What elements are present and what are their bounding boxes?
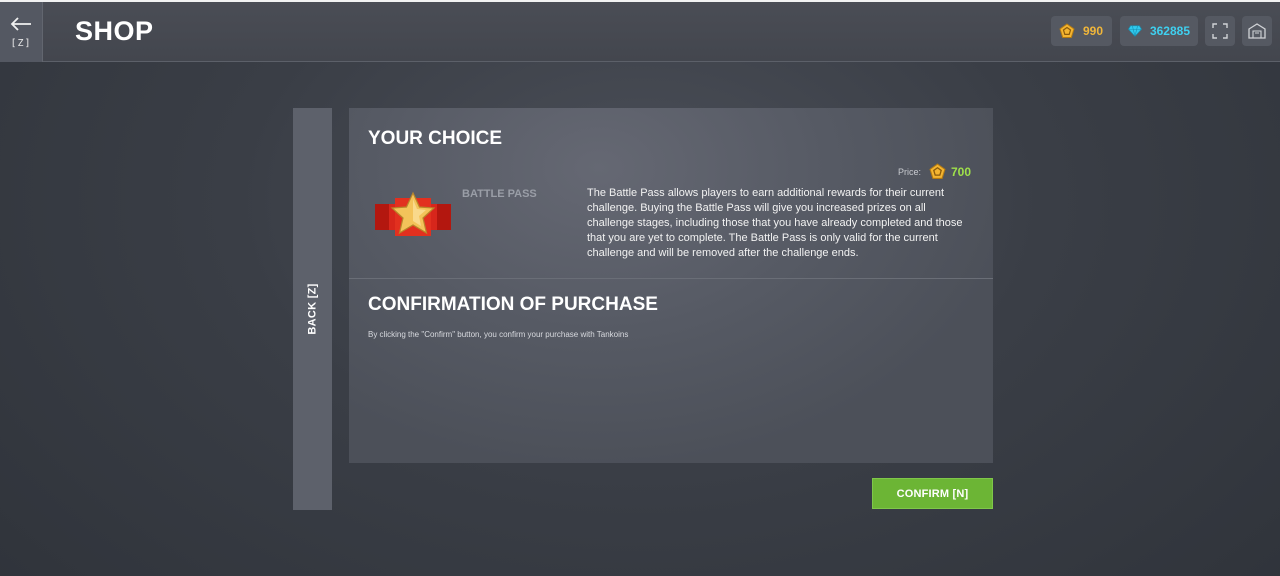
confirmation-title: CONFIRMATION OF PURCHASE <box>368 294 658 315</box>
left-arrow-icon <box>10 16 31 31</box>
pentagon-coin-icon <box>929 163 946 179</box>
purchase-panel: YOUR CHOICE Price: 700 BATTLE PASS The B… <box>349 108 993 463</box>
garage-icon <box>1248 23 1266 39</box>
top-bar: [Z] SHOP 990 362885 <box>0 2 1280 62</box>
side-back-label: BACK [Z] <box>306 283 319 335</box>
side-back-button[interactable]: BACK [Z] <box>293 108 332 510</box>
back-button[interactable]: [Z] <box>0 2 43 62</box>
confirm-button[interactable]: CONFIRM [N] <box>872 478 993 509</box>
page-title: SHOP <box>75 16 154 46</box>
crystals-counter[interactable]: 990 <box>1051 16 1112 46</box>
garage-button[interactable] <box>1242 16 1272 46</box>
fullscreen-icon <box>1212 23 1228 39</box>
fullscreen-button[interactable] <box>1205 16 1235 46</box>
confirmation-text: By clicking the "Confirm" button, you co… <box>368 330 629 339</box>
item-description: The Battle Pass allows players to earn a… <box>587 187 963 259</box>
crystals-amount: 990 <box>1083 24 1104 38</box>
price-label: Price: <box>897 166 921 177</box>
price-value: 700 <box>950 164 971 179</box>
tankoins-amount: 362885 <box>1149 24 1190 38</box>
pentagon-coin-icon <box>1059 23 1075 38</box>
price-display: Price: 700 <box>898 163 971 180</box>
your-choice-title: YOUR CHOICE <box>368 128 503 149</box>
diamond-icon <box>1128 25 1142 37</box>
back-key-hint: [Z] <box>10 37 32 49</box>
battle-pass-star-icon <box>375 191 451 236</box>
tankoins-counter[interactable]: 362885 <box>1120 16 1198 46</box>
item-name: BATTLE PASS <box>462 188 537 200</box>
section-divider <box>349 278 993 279</box>
